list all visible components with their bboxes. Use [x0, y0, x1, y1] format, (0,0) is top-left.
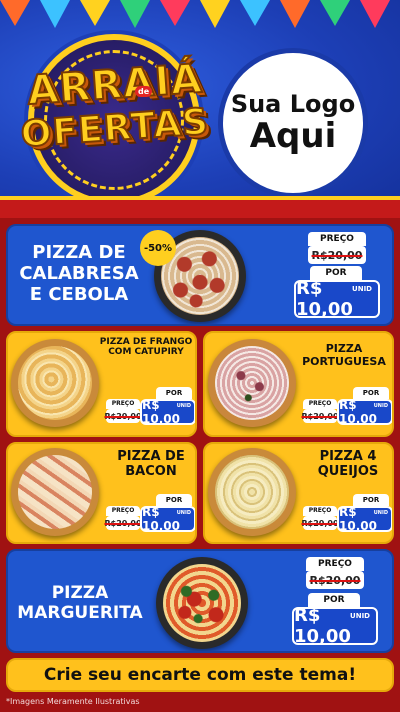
pizza-image: [208, 448, 296, 536]
old-price: R$20,00: [104, 409, 142, 423]
header-divider: [0, 196, 400, 218]
title-de: de: [135, 86, 153, 97]
unit-label: UNID: [350, 612, 370, 620]
old-price: R$20,00: [104, 516, 142, 530]
product-name: PIZZA DE FRANGO COM CATUPIRY: [99, 337, 193, 358]
pizza-image: [156, 557, 248, 649]
logo-text-line2: Aqui: [249, 116, 337, 157]
unit-label: UNID: [373, 510, 388, 516]
old-price-value: R$20,00: [311, 248, 363, 262]
cta-banner[interactable]: Crie seu encarte com este tema!: [6, 658, 394, 692]
unit-label: UNID: [373, 403, 388, 409]
logo-text-line1: Sua Logo: [230, 90, 356, 119]
old-price-value: R$20,00: [301, 411, 339, 421]
festival-bunting: [0, 0, 390, 28]
new-price: R$ 10,00 UNID: [140, 398, 195, 426]
product-card-calabresa: PIZZA DE CALABRESA E CEBOLA -50% PREÇO R…: [6, 224, 394, 326]
unit-label: UNID: [176, 403, 191, 409]
new-price: R$ 10,00 UNID: [294, 278, 380, 320]
product-name: PIZZA MARGUERITA: [17, 583, 143, 624]
product-name: PIZZA PORTUGUESA: [302, 342, 386, 368]
old-price: R$20,00: [308, 246, 366, 264]
price-label: PREÇO: [303, 506, 337, 516]
unit-label: UNID: [176, 510, 191, 516]
discount-badge: -50%: [140, 230, 176, 266]
old-price-value: R$20,00: [309, 573, 361, 587]
product-card-4-queijos: PIZZA 4 QUEIJOS POR PREÇO R$20,00 R$ 10,…: [203, 442, 394, 544]
product-card-marguerita: PIZZA MARGUERITA PREÇO R$20,00 POR R$ 10…: [6, 549, 394, 653]
old-price: R$20,00: [306, 571, 364, 589]
header-banner: ARRAIÁ de OFERTAS Sua Logo Aqui: [0, 0, 400, 218]
price-label: PREÇO: [308, 232, 366, 246]
new-price: R$ 10,00 UNID: [140, 505, 195, 533]
old-price: R$20,00: [301, 409, 339, 423]
product-card-portuguesa: PIZZA PORTUGUESA POR PREÇO R$20,00 R$ 10…: [203, 331, 394, 437]
product-name: PIZZA DE BACON: [117, 449, 185, 479]
product-name: PIZZA 4 QUEIJOS: [317, 449, 379, 479]
price-label: PREÇO: [106, 399, 140, 409]
new-price: R$ 10,00 UNID: [337, 505, 392, 533]
old-price-value: R$20,00: [301, 518, 339, 528]
old-price-value: R$20,00: [104, 411, 142, 421]
new-price: R$ 10,00 UNID: [292, 605, 378, 647]
product-card-frango: PIZZA DE FRANGO COM CATUPIRY POR PREÇO R…: [6, 331, 197, 437]
product-name: PIZZA DE CALABRESA E CEBOLA: [19, 242, 139, 306]
disclaimer-text: *Imagens Meramente Ilustrativas: [6, 697, 140, 706]
new-price: R$ 10,00 UNID: [337, 398, 392, 426]
unit-label: UNID: [352, 285, 372, 293]
price-label: PREÇO: [106, 506, 140, 516]
product-card-bacon: PIZZA DE BACON POR PREÇO R$20,00 R$ 10,0…: [6, 442, 197, 544]
logo-placeholder: Sua Logo Aqui: [218, 48, 368, 198]
price-label: PREÇO: [306, 557, 364, 571]
old-price-value: R$20,00: [104, 518, 142, 528]
pizza-image: [208, 339, 296, 427]
old-price: R$20,00: [301, 516, 339, 530]
price-label: PREÇO: [303, 399, 337, 409]
pizza-image: [11, 339, 99, 427]
pizza-image: [11, 448, 99, 536]
